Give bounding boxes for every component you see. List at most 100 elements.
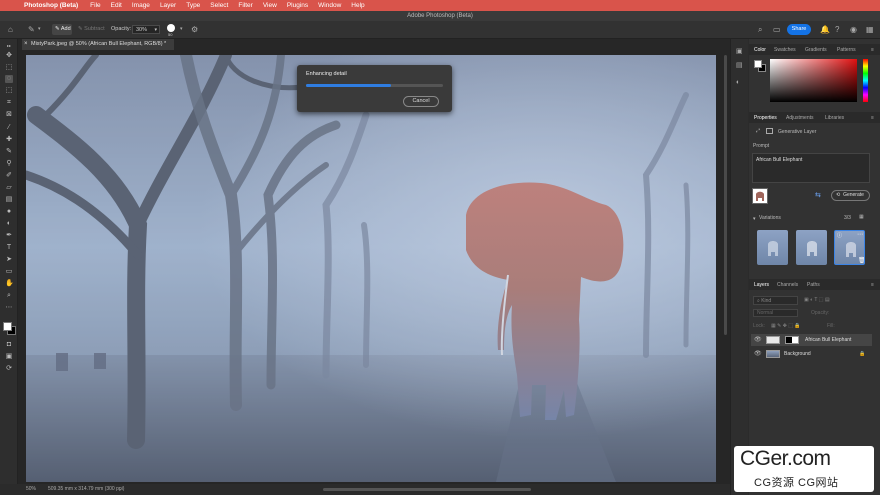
chevron-down-icon[interactable]: ▾	[753, 216, 756, 222]
tab-swatches[interactable]: Swatches	[774, 47, 796, 53]
visibility-eye-icon[interactable]: 👁	[754, 348, 762, 360]
panel-menu-icon[interactable]: ≡	[871, 47, 874, 53]
bell-icon[interactable]: 🔔	[820, 25, 830, 34]
workspace-icon[interactable]: ▭	[773, 25, 781, 34]
layer-name[interactable]: African Bull Elephant	[805, 334, 851, 346]
document-tab[interactable]: × MistyPark.jpeg @ 50% (African Bull Ele…	[22, 39, 174, 50]
object-selection-tool-icon[interactable]: ⬚	[5, 87, 13, 95]
add-mode-button[interactable]: ✎ Add	[52, 24, 72, 35]
layer-row-african-bull-elephant[interactable]: 👁 African Bull Elephant	[751, 334, 872, 346]
layer-row-background[interactable]: 👁 Background 🔒	[751, 348, 872, 360]
opacity-input[interactable]: 30% ▾	[132, 25, 160, 34]
menu-view[interactable]: View	[263, 2, 277, 9]
document-canvas[interactable]	[26, 55, 716, 482]
healing-brush-tool-icon[interactable]: ✚	[5, 136, 13, 144]
layer-name[interactable]: Background	[784, 348, 811, 360]
path-selection-tool-icon[interactable]: ➤	[5, 256, 13, 264]
eyedropper-tool-icon[interactable]: ⁄	[5, 124, 13, 132]
grid-view-icon[interactable]: ▦	[859, 214, 864, 220]
collapse-icon[interactable]: ▸▸	[5, 42, 13, 50]
reference-image-icon[interactable]: ⇆	[815, 191, 821, 199]
panel-menu-icon[interactable]: ≡	[871, 115, 874, 121]
share-button[interactable]: Share	[787, 24, 811, 35]
tab-gradients[interactable]: Gradients	[805, 47, 827, 53]
more-tools-icon[interactable]: ⋯	[5, 304, 13, 312]
hue-slider[interactable]	[863, 59, 868, 102]
rectangle-tool-icon[interactable]: ▭	[5, 268, 13, 276]
brush-tool-icon[interactable]: ✎	[5, 148, 13, 156]
gradient-tool-icon[interactable]: ▤	[5, 196, 13, 204]
layer-filter-select[interactable]: ⌕ Kind	[753, 296, 798, 305]
gear-icon[interactable]: ⚙	[191, 25, 198, 34]
menu-edit[interactable]: Edit	[111, 2, 122, 9]
clone-stamp-tool-icon[interactable]: ⚲	[5, 160, 13, 168]
menu-file[interactable]: File	[90, 2, 100, 9]
menu-filter[interactable]: Filter	[238, 2, 252, 9]
tab-color[interactable]: Color	[754, 47, 766, 53]
search-icon[interactable]: ⌕	[758, 25, 762, 34]
marquee-tool-icon[interactable]: ⬚	[5, 64, 13, 72]
tab-libraries[interactable]: Libraries	[825, 115, 844, 121]
blend-mode-select[interactable]: Normal	[753, 309, 798, 317]
move-tool-icon[interactable]: ✥	[5, 52, 13, 60]
lock-icons[interactable]: ▦ ✎ ✥ ⬚ 🔒	[771, 323, 801, 329]
chevron-right-icon[interactable]: ›	[120, 484, 121, 495]
edit-toolbar-icon[interactable]: ⟳	[5, 365, 13, 373]
menu-layer[interactable]: Layer	[160, 2, 176, 9]
history-panel-icon[interactable]: ▣	[736, 47, 743, 55]
more-options-icon[interactable]: ⋯	[857, 231, 863, 238]
horizontal-scrollbar[interactable]	[323, 488, 531, 491]
reference-image-thumbnail[interactable]	[752, 188, 768, 204]
discover-icon[interactable]: ◉	[850, 25, 857, 34]
chevron-down-icon[interactable]: ▾	[38, 25, 41, 34]
document-dimensions[interactable]: 509.35 mm x 314.79 mm (300 ppi)	[48, 484, 124, 495]
tab-layers[interactable]: Layers	[754, 282, 769, 288]
tab-paths[interactable]: Paths	[807, 282, 820, 288]
vertical-scrollbar[interactable]	[724, 55, 727, 335]
zoom-level[interactable]: 50%	[26, 484, 36, 495]
pen-tool-icon[interactable]: ✒	[5, 232, 13, 240]
zoom-tool-icon[interactable]: ⌕	[5, 292, 13, 300]
variation-thumbnail-3[interactable]: ⓘ ⋯ 🗑	[834, 230, 865, 265]
adjustments-panel-icon[interactable]: ◐	[736, 79, 740, 86]
visibility-eye-icon[interactable]: 👁	[754, 334, 762, 346]
brush-size-preview[interactable]	[167, 24, 175, 32]
close-icon[interactable]: ×	[24, 39, 28, 50]
cancel-button[interactable]: Cancel	[403, 96, 439, 107]
variation-thumbnail-1[interactable]	[757, 230, 788, 265]
tab-patterns[interactable]: Patterns	[837, 47, 856, 53]
quick-mask-icon[interactable]: ◘	[5, 341, 13, 349]
tab-properties[interactable]: Properties	[754, 115, 777, 121]
menu-window[interactable]: Window	[318, 2, 341, 9]
crop-tool-icon[interactable]: ⌗	[5, 99, 13, 107]
home-icon[interactable]: ⌂	[8, 25, 13, 34]
panel-menu-icon[interactable]: ▦	[866, 25, 874, 34]
panel-menu-icon[interactable]: ≡	[871, 282, 874, 288]
menu-help[interactable]: Help	[351, 2, 364, 9]
subtract-mode-button[interactable]: ✎ Subtract	[78, 26, 105, 32]
variation-info-icon[interactable]: ⓘ	[837, 232, 842, 239]
frame-tool-icon[interactable]: ⊠	[5, 111, 13, 119]
eraser-tool-icon[interactable]: ▱	[5, 184, 13, 192]
menu-plugins[interactable]: Plugins	[287, 2, 308, 9]
generate-button[interactable]: ⟲ Generate	[831, 190, 870, 201]
dodge-tool-icon[interactable]: ◐	[5, 220, 13, 228]
chevron-down-icon[interactable]: ▾	[180, 25, 183, 34]
screen-mode-icon[interactable]: ▣	[5, 353, 13, 361]
variation-thumbnail-2[interactable]	[796, 230, 827, 265]
menu-type[interactable]: Type	[186, 2, 200, 9]
help-icon[interactable]: ?	[835, 25, 839, 34]
hand-tool-icon[interactable]: ✋	[5, 280, 14, 288]
brush-tool-preset-icon[interactable]: ✎	[28, 25, 35, 34]
history-brush-tool-icon[interactable]: ✐	[5, 172, 13, 180]
foreground-color-swatch[interactable]	[3, 322, 12, 331]
color-panel-foreground-swatch[interactable]	[754, 60, 762, 68]
filter-icons[interactable]: ▣ ◐ T ⬚ ▤	[804, 297, 830, 303]
menu-app-name[interactable]: Photoshop (Beta)	[24, 2, 78, 9]
tab-adjustments[interactable]: Adjustments	[786, 115, 814, 121]
lasso-tool-icon[interactable]: ◌	[5, 75, 13, 83]
comments-panel-icon[interactable]: ▤	[736, 61, 743, 69]
tab-channels[interactable]: Channels	[777, 282, 798, 288]
menu-image[interactable]: Image	[132, 2, 150, 9]
color-picker-field[interactable]	[770, 59, 857, 102]
